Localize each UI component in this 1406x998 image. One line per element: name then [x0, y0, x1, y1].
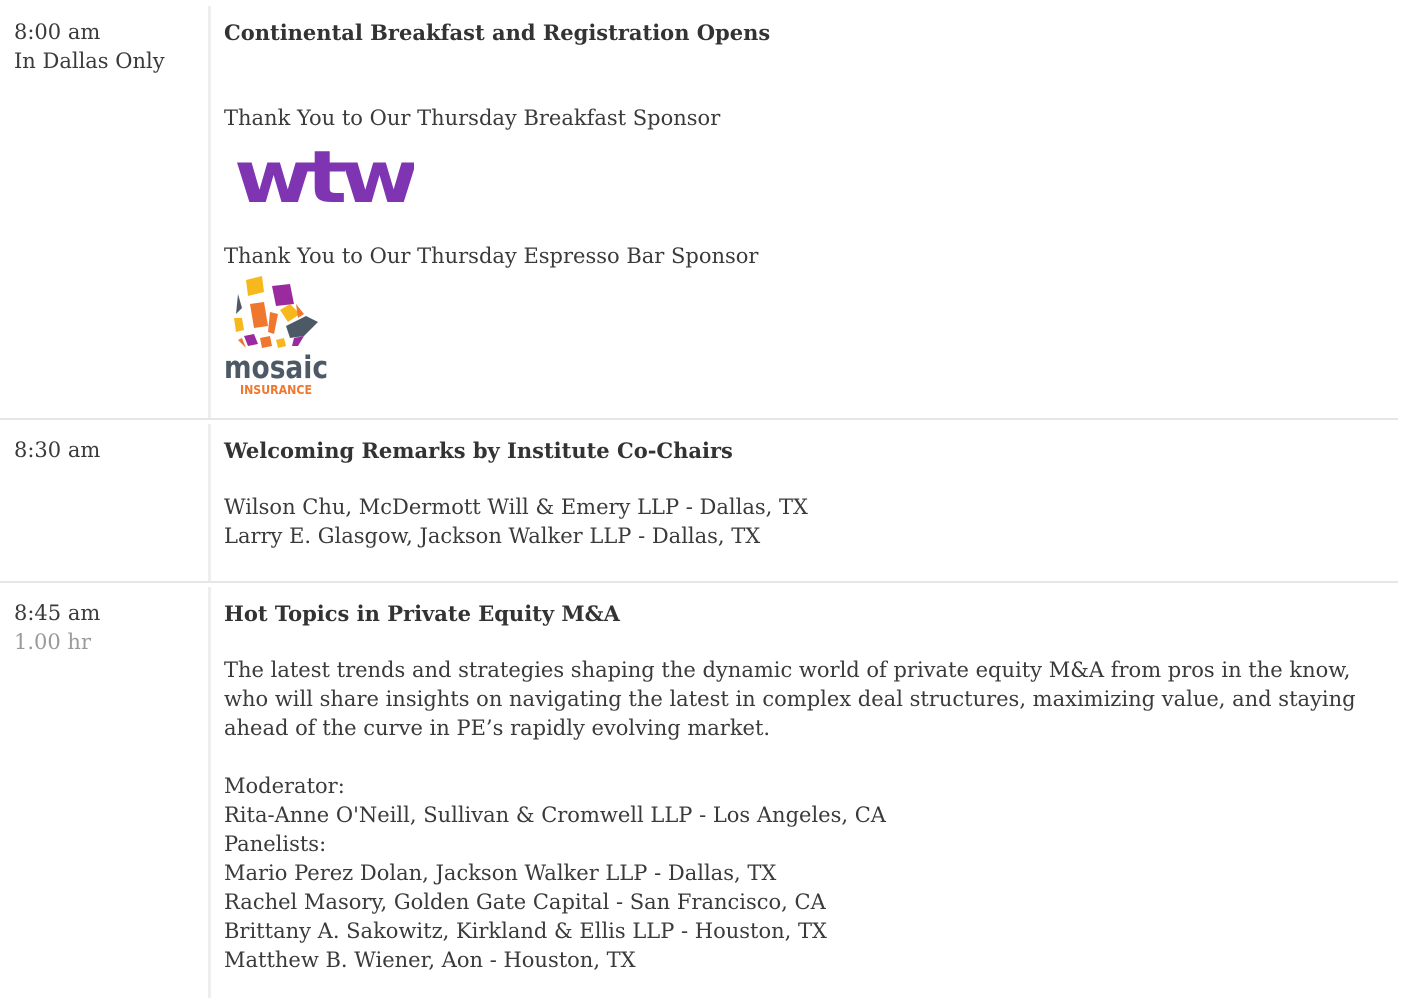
sponsor-label: Thank You to Our Thursday Breakfast Spon… [224, 106, 721, 130]
session-row: 8:30 am Welcoming Remarks by Institute C… [2, 424, 1400, 581]
session-time-column: 8:30 am [2, 424, 211, 581]
session-row: 8:45 am 1.00 hr Hot Topics in Private Eq… [2, 587, 1400, 998]
row-divider [0, 581, 1398, 583]
session-time-column: 8:00 am In Dallas Only [2, 6, 211, 418]
session-row: 8:00 am In Dallas Only Continental Break… [2, 6, 1400, 418]
mosaic-insurance-sponsor-logo: mosaic INSURANCE [224, 276, 328, 397]
wtw-logo-text: wtw [234, 146, 414, 208]
mosaic-logo-sub: INSURANCE [240, 383, 312, 397]
row-divider [0, 418, 1398, 420]
moderator-line: Rita-Anne O'Neill, Sullivan & Cromwell L… [224, 803, 886, 827]
session-time: 8:30 am [14, 438, 101, 462]
session-title: Continental Breakfast and Registration O… [224, 20, 771, 45]
session-time-column: 8:45 am 1.00 hr [2, 587, 211, 998]
wtw-sponsor-logo: wtw [234, 146, 414, 208]
panelist-line: Matthew B. Wiener, Aon - Houston, TX [224, 948, 636, 972]
session-description: The latest trends and strategies shaping… [224, 658, 1356, 740]
moderator-label: Moderator: [224, 774, 345, 798]
panelist-line: Brittany A. Sakowitz, Kirkland & Ellis L… [224, 919, 827, 943]
mosaic-logo-word: mosaic [224, 350, 328, 386]
panelist-line: Mario Perez Dolan, Jackson Walker LLP - … [224, 861, 777, 885]
session-location-note: In Dallas Only [14, 49, 165, 73]
speaker-line: Wilson Chu, McDermott Will & Emery LLP -… [224, 495, 808, 519]
panelists-label: Panelists: [224, 832, 327, 856]
speaker-line: Larry E. Glasgow, Jackson Walker LLP - D… [224, 524, 761, 548]
panelist-line: Rachel Masory, Golden Gate Capital - San… [224, 890, 826, 914]
sponsor-label: Thank You to Our Thursday Espresso Bar S… [224, 244, 759, 268]
session-time: 8:00 am [14, 20, 101, 44]
session-time: 8:45 am [14, 601, 101, 625]
session-title: Hot Topics in Private Equity M&A [224, 601, 620, 626]
session-title: Welcoming Remarks by Institute Co-Chairs [224, 438, 733, 463]
session-duration: 1.00 hr [14, 630, 91, 654]
